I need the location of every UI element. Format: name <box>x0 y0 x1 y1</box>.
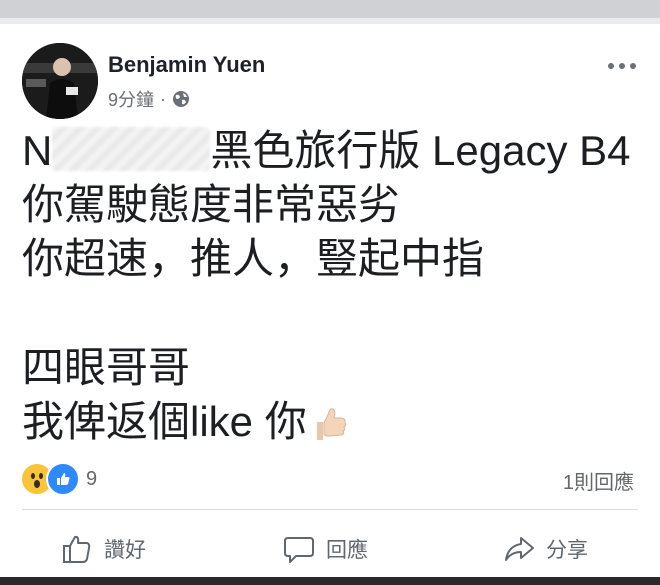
post-line-1: N 黑色旅行版 Legacy B4 <box>22 124 652 178</box>
post-line-1-rest: 黑色旅行版 Legacy B4 <box>210 127 631 174</box>
thumbs-up-emoji <box>316 408 346 440</box>
like-label: 讚好 <box>104 539 146 562</box>
avatar[interactable] <box>22 43 98 119</box>
bottom-band <box>0 577 660 585</box>
post-meta: 9分鐘 · <box>108 86 190 112</box>
reaction-count: 9 <box>86 467 98 490</box>
meta-separator: · <box>160 88 167 109</box>
more-dot <box>619 63 625 69</box>
like-button[interactable]: 讚好 <box>60 532 146 566</box>
author-name[interactable]: Benjamin Yuen <box>108 52 265 78</box>
post-line-1-prefix: N <box>22 127 53 174</box>
post-text: N 黑色旅行版 Legacy B4 你駕駛態度非常惡劣 你超速，推人，豎起中指 四… <box>22 124 652 449</box>
top-band <box>0 0 660 18</box>
share-icon <box>505 537 534 561</box>
post-line-2: 你駕駛態度非常惡劣 <box>22 181 401 228</box>
share-button[interactable]: 分享 <box>502 532 588 566</box>
redacted-plate <box>52 127 211 171</box>
share-label: 分享 <box>546 539 588 562</box>
post-line-3: 你超速，推人，豎起中指 <box>22 235 485 282</box>
like-reaction-icon <box>46 462 80 496</box>
globe-icon[interactable] <box>172 90 190 108</box>
divider <box>22 509 638 510</box>
comment-icon <box>284 537 314 563</box>
more-options-icon[interactable] <box>602 54 642 78</box>
post-line-4: 四眼哥哥 <box>22 344 191 391</box>
more-dot <box>608 63 614 69</box>
post-line-5-text: 我俾返個like 你 <box>22 398 307 445</box>
thumbs-up-icon <box>63 535 91 563</box>
post-time[interactable]: 9分鐘 <box>108 86 154 112</box>
post-card: Benjamin Yuen 9分鐘 · N 黑色旅行版 Legacy B4 你駕駛… <box>0 24 660 577</box>
comment-button[interactable]: 回應 <box>282 532 368 566</box>
reactions-summary[interactable]: 9 <box>20 462 97 496</box>
comment-label: 回應 <box>326 539 368 562</box>
post-line-5: 我俾返個like 你 <box>22 395 652 449</box>
more-dot <box>630 63 636 69</box>
comment-count[interactable]: 1則回應 <box>563 466 634 495</box>
